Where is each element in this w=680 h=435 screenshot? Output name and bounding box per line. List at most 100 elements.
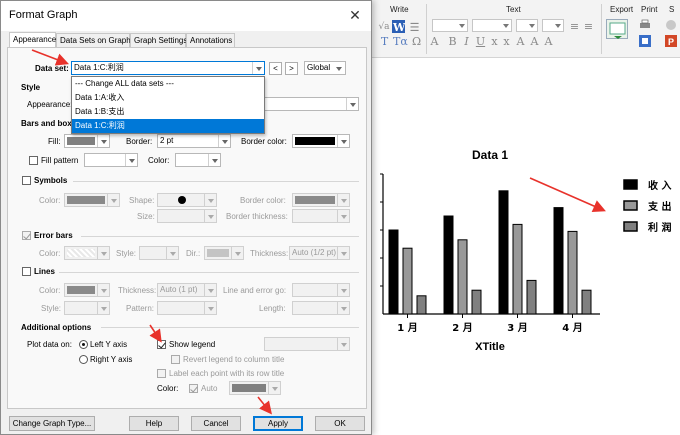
color-combo[interactable] — [516, 19, 538, 32]
powerpoint-button[interactable]: P — [665, 35, 677, 47]
sqrt-button[interactable]: √a — [376, 20, 392, 33]
share-button[interactable] — [639, 35, 651, 47]
printer-icon — [640, 19, 650, 28]
show-legend-checkbox[interactable] — [157, 340, 166, 349]
ln-thickness-value: Auto (1 pt) — [160, 285, 198, 294]
bold-button[interactable]: B — [446, 34, 459, 48]
chevron-down-icon — [204, 194, 216, 206]
ribbon-group-s: S — [669, 5, 675, 14]
send-button[interactable] — [665, 19, 677, 31]
font-bigger-button[interactable]: A — [514, 34, 527, 48]
word-button[interactable]: W — [392, 20, 405, 34]
dropdown-item-change-all[interactable]: --- Change ALL data sets --- — [72, 77, 264, 91]
label-each-checkbox[interactable] — [157, 369, 166, 378]
length-combo[interactable] — [292, 301, 350, 315]
chevron-down-icon — [337, 302, 349, 314]
revert-legend-checkbox[interactable] — [171, 355, 180, 364]
right-axis-radio[interactable] — [79, 355, 88, 364]
font-combo[interactable] — [432, 19, 468, 32]
size-combo[interactable] — [472, 19, 512, 32]
ln-style-label: Style: — [41, 304, 62, 313]
bars-header: Bars and box — [21, 119, 72, 128]
graph-area: Data 1 1 月 2 月 3 月 4 月 XTitle 收 入支 出利 润 — [368, 58, 680, 435]
sym-border-color-combo[interactable] — [292, 193, 350, 207]
ok-button[interactable]: OK — [315, 416, 365, 431]
section-divider — [73, 181, 359, 182]
chevron-down-icon — [252, 62, 264, 74]
ln-thickness-combo[interactable]: Auto (1 pt) — [157, 283, 217, 297]
print-button[interactable] — [639, 19, 651, 31]
italic-button[interactable]: I — [460, 34, 473, 48]
appearance-combo[interactable] — [263, 97, 359, 111]
border-combo[interactable]: 2 pt — [157, 134, 231, 148]
lines-checkbox[interactable] — [22, 267, 31, 276]
sym-border-swatch — [295, 196, 335, 204]
font-case-button[interactable]: A — [542, 34, 555, 48]
tab-data-sets-on-graph[interactable]: Data Sets on Graph — [56, 33, 131, 47]
eb-style-combo[interactable] — [139, 246, 179, 260]
size-combo[interactable] — [157, 209, 217, 223]
x-tick-label: 2 月 — [452, 322, 472, 334]
fill-pattern-combo[interactable] — [84, 153, 138, 167]
dir-swatch — [207, 249, 229, 257]
prev-dataset-button[interactable]: < — [269, 62, 282, 75]
dialog-titlebar: Format Graph ✕ — [1, 1, 371, 31]
fill-color-combo[interactable] — [64, 134, 110, 148]
border-label: Border: — [126, 137, 153, 146]
tab-appearance[interactable]: Appearance — [9, 32, 56, 47]
left-axis-radio[interactable] — [79, 340, 88, 349]
dropdown-item-data-b[interactable]: Data 1:B:支出 — [72, 105, 264, 119]
legend-combo[interactable] — [264, 337, 350, 351]
pattern-label: Pattern: — [126, 304, 155, 313]
dropdown-item-data-c[interactable]: Data 1:C:利润 — [72, 119, 264, 133]
ln-style-combo[interactable] — [64, 301, 110, 315]
error-bars-checkbox[interactable] — [22, 231, 31, 240]
sym-color-label: Color: — [39, 196, 61, 205]
dropdown-item-data-a[interactable]: Data 1:A:收入 — [72, 91, 264, 105]
subscript-button[interactable]: x — [500, 34, 513, 48]
pattern-combo[interactable] — [157, 301, 217, 315]
align-combo[interactable] — [542, 19, 564, 32]
help-button[interactable]: Help — [129, 416, 179, 431]
chevron-down-icon — [268, 382, 280, 394]
shape-combo[interactable] — [157, 193, 217, 207]
align-right-button[interactable]: ≡ — [582, 19, 595, 33]
next-dataset-button[interactable]: > — [285, 62, 298, 75]
global-combo[interactable]: Global — [304, 61, 346, 75]
align-left-button[interactable]: ≡ — [568, 19, 581, 33]
fill-pattern-checkbox[interactable] — [29, 156, 38, 165]
eb-color-combo[interactable] — [64, 246, 110, 260]
apply-button[interactable]: Apply — [253, 416, 303, 431]
cancel-button[interactable]: Cancel — [191, 416, 241, 431]
tab-graph-settings[interactable]: Graph Settings — [130, 33, 187, 47]
symbols-checkbox[interactable] — [22, 176, 31, 185]
underline-button[interactable]: U — [474, 34, 487, 48]
eb-thickness-combo[interactable]: Auto (1/2 pt) — [289, 246, 350, 260]
font-smaller-button[interactable]: A — [528, 34, 541, 48]
dataset-combo[interactable]: Data 1:C:利润 — [71, 61, 265, 75]
left-axis-label: Left Y axis — [90, 340, 128, 349]
legend-color-combo[interactable] — [229, 381, 281, 395]
ln-color-combo[interactable] — [64, 283, 110, 297]
dir-combo[interactable] — [204, 246, 244, 260]
border-color-label: Border color: — [241, 137, 287, 146]
text-tool-button[interactable]: T — [378, 34, 391, 48]
pattern-color-combo[interactable] — [175, 153, 221, 167]
sym-color-combo[interactable] — [64, 193, 120, 207]
text-alpha-button[interactable]: Tα — [392, 34, 408, 48]
line-error-combo[interactable] — [292, 283, 350, 297]
omega-button[interactable]: Ω — [410, 34, 423, 48]
close-icon[interactable]: ✕ — [345, 5, 365, 25]
bar — [402, 247, 413, 315]
bar — [471, 289, 482, 315]
bar — [443, 215, 454, 315]
plot-on-label: Plot data on: — [27, 340, 72, 349]
format-button[interactable]: ☰ — [408, 20, 421, 34]
auto-color-checkbox[interactable] — [189, 384, 198, 393]
border-thickness-combo[interactable] — [292, 209, 350, 223]
border-color-combo[interactable] — [292, 134, 350, 148]
tab-annotations[interactable]: Annotations — [186, 33, 235, 47]
export-button[interactable] — [606, 19, 628, 39]
font-color-button[interactable]: A — [428, 34, 441, 48]
change-graph-type-button[interactable]: Change Graph Type... — [9, 416, 95, 431]
